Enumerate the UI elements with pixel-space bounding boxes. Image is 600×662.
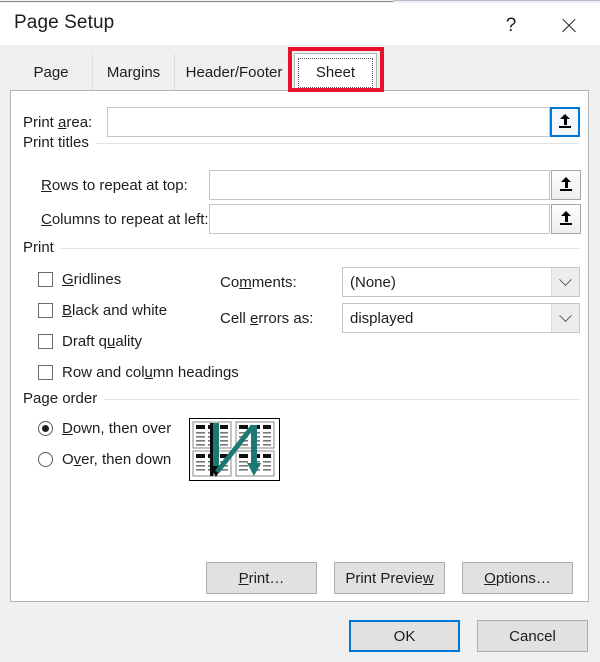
columns-to-repeat-label: Columns to repeat at left: xyxy=(41,211,209,228)
page-order-divider xyxy=(23,399,579,400)
tab-margins[interactable]: Margins xyxy=(92,54,174,91)
checkbox-box-row-and-column-headings[interactable] xyxy=(38,365,53,380)
checkbox-black-and-white-label: Black and white xyxy=(62,302,168,319)
page-title: Page Setup xyxy=(14,12,115,33)
tab-page-label: Page xyxy=(33,64,69,81)
options-button-label: Options… xyxy=(484,569,551,587)
page-order-down-then-over-icon xyxy=(192,421,275,477)
print-titles-group-label: Print titles xyxy=(23,134,96,151)
radio-over-then-down[interactable]: Over, then down xyxy=(38,451,171,468)
checkbox-gridlines-label: Gridlines xyxy=(62,271,122,288)
rows-to-repeat-label: Rows to repeat at top: xyxy=(41,177,188,194)
cancel-button[interactable]: Cancel xyxy=(477,620,588,652)
radio-circle-over-then-down[interactable] xyxy=(38,452,53,467)
close-icon xyxy=(560,17,577,34)
print-button[interactable]: Print… xyxy=(206,562,317,594)
page-order-preview-icon xyxy=(189,418,280,481)
comments-label: Comments: xyxy=(220,274,297,291)
collapse-dialog-icon xyxy=(559,211,573,227)
print-titles-divider xyxy=(23,143,579,144)
checkbox-row-and-column-headings-label: Row and column headings xyxy=(62,364,239,381)
checkbox-gridlines[interactable]: Gridlines xyxy=(38,271,121,288)
columns-to-repeat-input[interactable] xyxy=(209,204,550,234)
print-area-collapse-button[interactable] xyxy=(550,107,580,137)
tab-sheet[interactable]: Sheet xyxy=(294,53,377,92)
page-order-group-label: Page order xyxy=(23,390,105,407)
chevron-down-icon[interactable] xyxy=(551,268,579,296)
footer-separator xyxy=(0,602,600,603)
help-button[interactable]: ? xyxy=(488,6,534,44)
print-area-label: Print area: xyxy=(23,114,93,131)
cell-errors-label: Cell errors as: xyxy=(220,310,314,327)
checkbox-draft-quality[interactable]: Draft quality xyxy=(38,333,142,350)
cancel-button-label: Cancel xyxy=(509,627,556,645)
tab-page[interactable]: Page xyxy=(10,54,92,91)
collapse-dialog-icon xyxy=(559,177,573,193)
print-group-divider xyxy=(23,248,579,249)
checkbox-draft-quality-label: Draft quality xyxy=(62,333,143,350)
cell-errors-dropdown[interactable]: displayed xyxy=(342,303,580,333)
print-preview-button-label: Print Preview xyxy=(345,569,434,587)
collapse-dialog-icon xyxy=(558,114,572,130)
radio-circle-down-then-over[interactable] xyxy=(38,421,53,436)
print-group-label: Print xyxy=(23,239,61,256)
ok-button-label: OK xyxy=(393,627,416,645)
checkbox-black-and-white[interactable]: Black and white xyxy=(38,302,167,319)
ok-button[interactable]: OK xyxy=(349,620,460,652)
checkbox-row-and-column-headings[interactable]: Row and column headings xyxy=(38,364,239,381)
columns-to-repeat-collapse-button[interactable] xyxy=(551,204,581,234)
comments-dropdown[interactable]: (None) xyxy=(342,267,580,297)
close-button[interactable] xyxy=(545,6,591,44)
rows-to-repeat-collapse-button[interactable] xyxy=(551,170,581,200)
print-button-label: Print… xyxy=(238,569,285,587)
chevron-down-icon[interactable] xyxy=(551,304,579,332)
title-bar: Page Setup ? xyxy=(0,3,600,45)
tab-sheet-label: Sheet xyxy=(315,64,356,81)
checkbox-box-gridlines[interactable] xyxy=(38,272,53,287)
sheet-tab-panel: Print area: Print titles Rows to repeat … xyxy=(10,90,589,602)
checkbox-box-draft-quality[interactable] xyxy=(38,334,53,349)
tab-header-footer[interactable]: Header/Footer xyxy=(174,54,293,91)
tab-margins-label: Margins xyxy=(106,64,161,81)
checkbox-box-black-and-white[interactable] xyxy=(38,303,53,318)
tab-strip: Page Margins Header/Footer Sheet xyxy=(0,45,600,92)
radio-down-then-over[interactable]: Down, then over xyxy=(38,420,171,437)
tab-header-footer-label: Header/Footer xyxy=(185,64,283,81)
print-area-input[interactable] xyxy=(107,107,550,137)
print-preview-button[interactable]: Print Preview xyxy=(334,562,445,594)
question-mark-icon: ? xyxy=(505,14,517,36)
comments-dropdown-value: (None) xyxy=(350,273,396,291)
rows-to-repeat-input[interactable] xyxy=(209,170,550,200)
radio-down-then-over-label: Down, then over xyxy=(62,420,172,437)
tab-sheet-focus-ring: Sheet xyxy=(298,57,373,88)
page-setup-dialog: Page Setup ? Page Margins Header/Footer … xyxy=(0,0,600,662)
radio-over-then-down-label: Over, then down xyxy=(62,451,172,468)
options-button[interactable]: Options… xyxy=(462,562,573,594)
cell-errors-dropdown-value: displayed xyxy=(350,309,414,327)
